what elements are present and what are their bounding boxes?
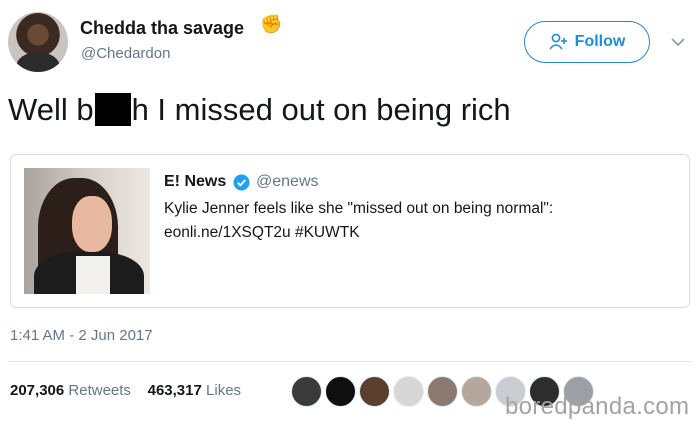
chevron-down-icon[interactable] (670, 34, 686, 50)
fist-emoji-icon: ✊ (260, 14, 283, 34)
author-handle[interactable]: @Chedardon (81, 45, 170, 62)
engagement-stats: 207,306 Retweets 463,317 Likes (10, 382, 241, 399)
retweets-count: 207,306 (10, 382, 65, 399)
tweet-text-start: Well b (8, 92, 94, 127)
verified-badge-icon (233, 174, 250, 191)
liker-avatar[interactable] (427, 376, 458, 407)
liker-avatar[interactable] (291, 376, 322, 407)
liker-avatar[interactable] (325, 376, 356, 407)
quoted-author-handle[interactable]: @enews (256, 173, 319, 191)
quoted-text-line2[interactable]: eonli.ne/1XSQT2u #KUWTK (164, 224, 360, 242)
liker-avatar[interactable] (393, 376, 424, 407)
tweet-text-end: h I missed out on being rich (131, 92, 511, 127)
follow-button-label: Follow (574, 33, 626, 50)
divider (8, 361, 692, 362)
follow-button[interactable]: Follow (524, 21, 650, 63)
retweets-label: Retweets (68, 382, 131, 399)
add-person-icon (549, 33, 567, 50)
likes-label: Likes (206, 382, 242, 399)
author-display-name[interactable]: Chedda tha savage (80, 18, 244, 39)
censor-bar (94, 93, 131, 126)
liker-avatar[interactable] (359, 376, 390, 407)
tweet-text: Well b h I missed out on being rich (8, 92, 511, 128)
liker-avatar[interactable] (461, 376, 492, 407)
watermark: boredpanda.com (505, 393, 690, 420)
avatar-figure (16, 52, 60, 72)
tweet-timestamp[interactable]: 1:41 AM - 2 Jun 2017 (10, 327, 153, 344)
quoted-tweet-image (24, 168, 150, 294)
quoted-text-line1: Kylie Jenner feels like she "missed out … (164, 200, 554, 217)
likes-count: 463,317 (147, 382, 202, 399)
retweets-stat[interactable]: 207,306 Retweets (10, 382, 131, 399)
likes-stat[interactable]: 463,317 Likes (148, 382, 241, 399)
quoted-author-name[interactable]: E! News (164, 173, 226, 191)
author-avatar[interactable] (8, 12, 68, 72)
